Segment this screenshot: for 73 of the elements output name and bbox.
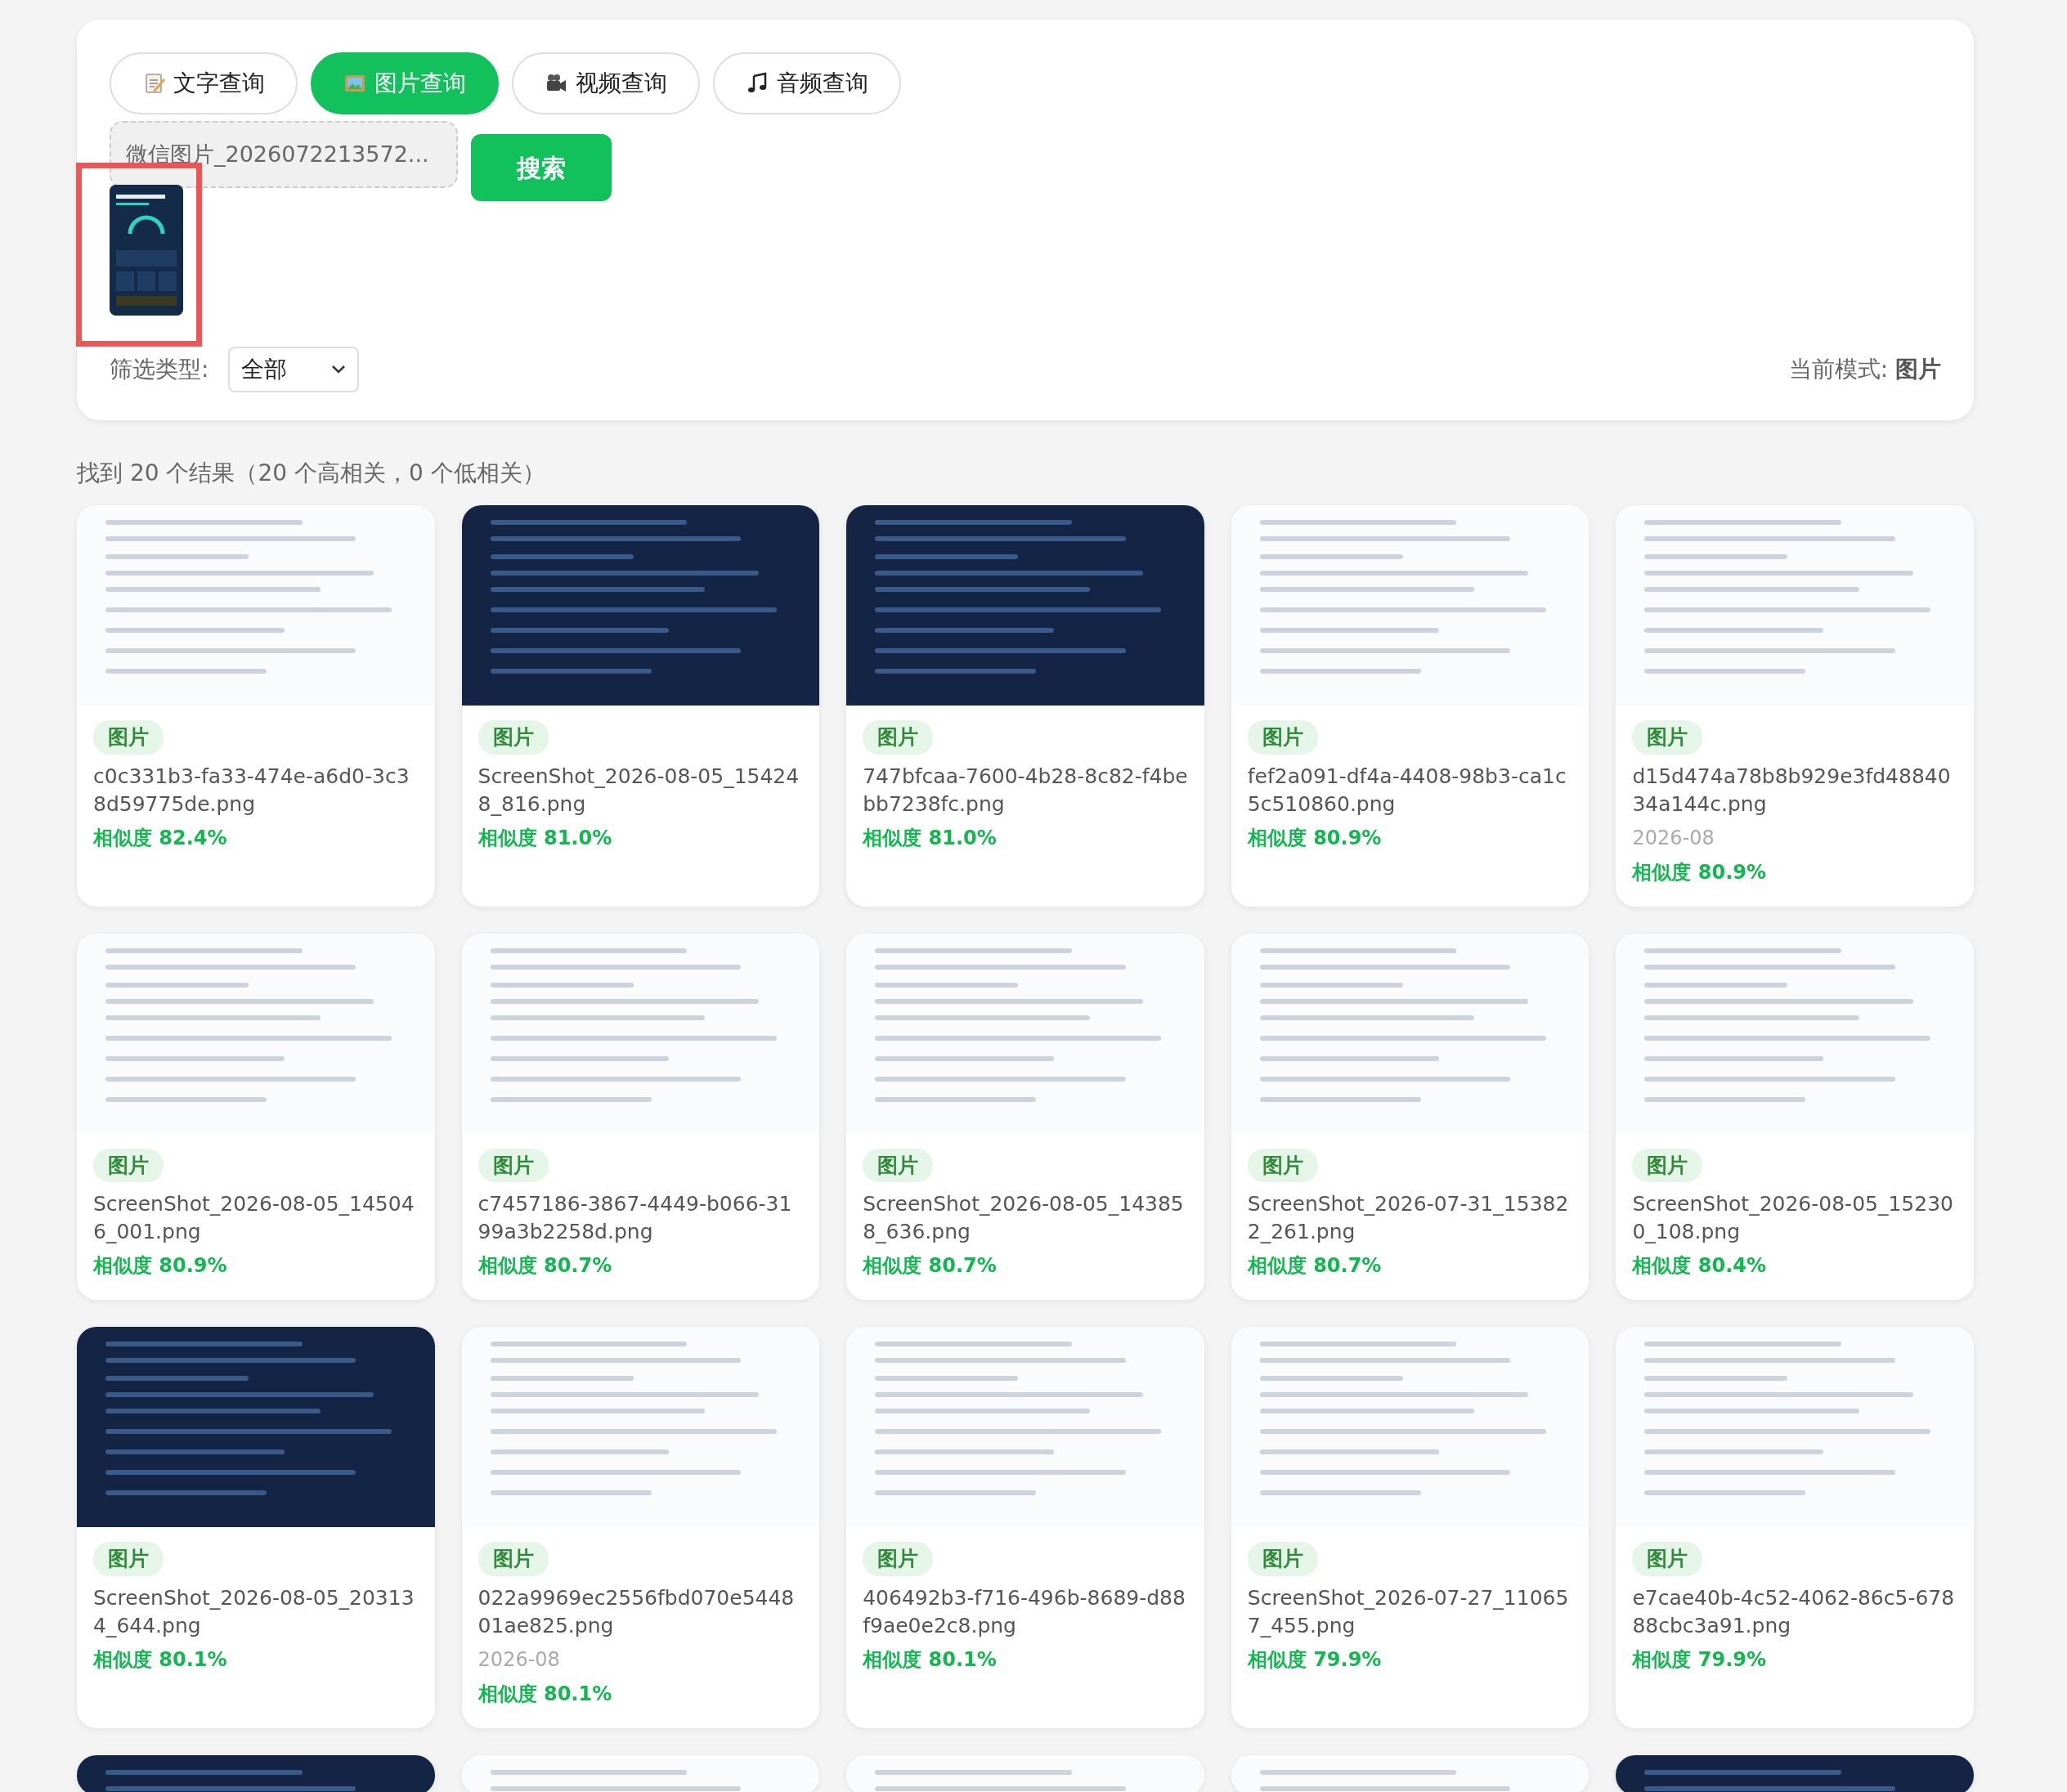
file-name: c7457186-3867-4449-b066-3199a3b2258d.png <box>478 1191 793 1245</box>
result-card[interactable]: 图片 406492b3-f716-496b-8689-d88f9ae0e2c8.png 相似度 80.1% <box>846 1327 1204 1728</box>
type-tag: 图片 <box>1632 1148 1703 1182</box>
results-summary: 找到 20 个结果（20 个高相关，0 个低相关） <box>77 459 546 488</box>
file-name: d15d474a78b8b929e3fd4884034a144c.png <box>1632 763 1952 818</box>
query-tab[interactable]: 音频查询 <box>713 52 901 114</box>
music-note-icon <box>746 72 769 95</box>
similarity-score: 相似度 79.9% <box>1632 1646 1767 1673</box>
type-tag: 图片 <box>1632 720 1703 755</box>
similarity-score: 相似度 80.4% <box>1632 1253 1767 1279</box>
result-card[interactable]: 图片 c7457186-3867-4449-b066-3199a3b2258d.png 相似度 80.7% <box>461 933 820 1300</box>
type-select[interactable]: 全部 <box>228 347 360 392</box>
similarity-score: 相似度 80.1% <box>863 1646 998 1673</box>
similarity-score: 相似度 80.9% <box>1632 859 1767 885</box>
file-name: ScreenShot_2026-08-05_143858_636.png <box>863 1191 1185 1245</box>
type-tag: 图片 <box>478 1148 549 1182</box>
type-tag: 图片 <box>863 1148 934 1182</box>
result-card[interactable]: 图片 ScreenShot_2026-07-27_110657_455.png 相似度 79.9% <box>1231 1327 1589 1728</box>
result-card[interactable]: 图片 ScreenShot_2026-07-31_153822_261.png 相似度 80.7% <box>1231 933 1589 1300</box>
similarity-score: 相似度 80.7% <box>1247 1253 1383 1279</box>
file-name: fef2a091-df4a-4408-98b3-ca1c5c510860.png <box>1247 763 1567 818</box>
type-tag: 图片 <box>1632 1542 1703 1576</box>
file-name: 747bfcaa-7600-4b28-8c82-f4bebb7238fc.png <box>863 763 1188 818</box>
type-tag: 图片 <box>1247 720 1318 755</box>
result-card[interactable]: 图片 fef2a091-df4a-4408-98b3-ca1c5c510860.png 相似度 80.9% <box>1231 505 1589 907</box>
date-text: 2026-08 <box>478 1646 561 1673</box>
type-tag: 图片 <box>478 720 549 755</box>
result-card[interactable] <box>1616 1754 1974 1792</box>
caret-icon <box>331 365 347 374</box>
type-tag: 图片 <box>478 1542 549 1576</box>
result-card[interactable]: 图片 022a9969ec2556fbd070e544801ae825.png 2026-08 相似度 80.1% <box>461 1327 820 1728</box>
result-card[interactable]: 图片 d15d474a78b8b929e3fd4884034a144c.png 2026-08 相似度 80.9% <box>1616 505 1974 907</box>
result-card[interactable]: 图片 c0c331b3-fa33-474e-a6d0-3c38d59775de.png 相似度 82.4% <box>77 505 435 907</box>
similarity-score: 相似度 82.4% <box>93 825 228 851</box>
file-name: ScreenShot_2026-08-05_154248_816.png <box>478 763 800 818</box>
similarity-score: 相似度 80.1% <box>93 1646 228 1673</box>
type-tag: 图片 <box>93 1542 164 1576</box>
type-tag: 图片 <box>1247 1542 1318 1576</box>
similarity-score: 相似度 80.9% <box>93 1253 228 1279</box>
result-card[interactable]: 图片 ScreenShot_2026-08-05_154248_816.png 相似度 81.0% <box>461 505 820 907</box>
similarity-score: 相似度 81.0% <box>478 825 613 851</box>
query-tab[interactable]: 文字查询 <box>110 52 298 114</box>
file-name: 022a9969ec2556fbd070e544801ae825.png <box>478 1584 796 1639</box>
type-tag: 图片 <box>93 1148 164 1182</box>
type-tag: 图片 <box>863 1542 934 1576</box>
similarity-score: 相似度 80.7% <box>863 1253 998 1279</box>
file-name: ScreenShot_2026-07-31_153822_261.png <box>1247 1191 1570 1245</box>
result-card[interactable]: 图片 ScreenShot_2026-08-05_203134_644.png 相似度 80.1% <box>77 1327 435 1728</box>
type-tag: 图片 <box>93 720 164 755</box>
similarity-score: 相似度 80.9% <box>1247 825 1383 851</box>
file-name: ScreenShot_2026-07-27_110657_455.png <box>1247 1584 1570 1639</box>
file-name: ScreenShot_2026-08-05_152300_108.png <box>1632 1191 1954 1245</box>
result-card[interactable]: 图片 ScreenShot_2026-08-05_152300_108.png 相似度 80.4% <box>1616 933 1974 1300</box>
file-name: e7cae40b-4c52-4062-86c5-67888cbc3a91.png <box>1632 1584 1956 1639</box>
filter-label: 筛选类型: <box>110 355 209 384</box>
file-name: ScreenShot_2026-08-05_203134_644.png <box>93 1584 415 1639</box>
similarity-score: 相似度 80.7% <box>478 1253 613 1279</box>
result-card[interactable]: 图片 ScreenShot_2026-08-05_143858_636.png 相似度 80.7% <box>846 933 1204 1300</box>
file-name: ScreenShot_2026-08-05_145046_001.png <box>93 1191 415 1245</box>
result-card[interactable] <box>77 1754 435 1792</box>
result-card[interactable]: 图片 747bfcaa-7600-4b28-8c82-f4bebb7238fc.png 相似度 81.0% <box>846 505 1204 907</box>
similarity-score: 相似度 81.0% <box>863 825 998 851</box>
date-text: 2026-08 <box>1632 825 1715 851</box>
result-card[interactable]: 图片 ScreenShot_2026-08-05_145046_001.png 相似度 80.9% <box>77 933 435 1300</box>
current-mode-text: 当前模式: 图片 <box>1788 355 1941 384</box>
type-tag: 图片 <box>1247 1148 1318 1182</box>
query-tab[interactable]: 视频查询 <box>512 52 700 114</box>
similarity-score: 相似度 79.9% <box>1247 1646 1383 1673</box>
similarity-score: 相似度 80.1% <box>478 1681 613 1707</box>
file-name: c0c331b3-fa33-474e-a6d0-3c38d59775de.png <box>93 763 410 818</box>
result-card[interactable]: 图片 e7cae40b-4c52-4062-86c5-67888cbc3a91.png 相似度 79.9% <box>1616 1327 1974 1728</box>
file-name: 406492b3-f716-496b-8689-d88f9ae0e2c8.png <box>863 1584 1186 1639</box>
type-tag: 图片 <box>863 720 934 755</box>
